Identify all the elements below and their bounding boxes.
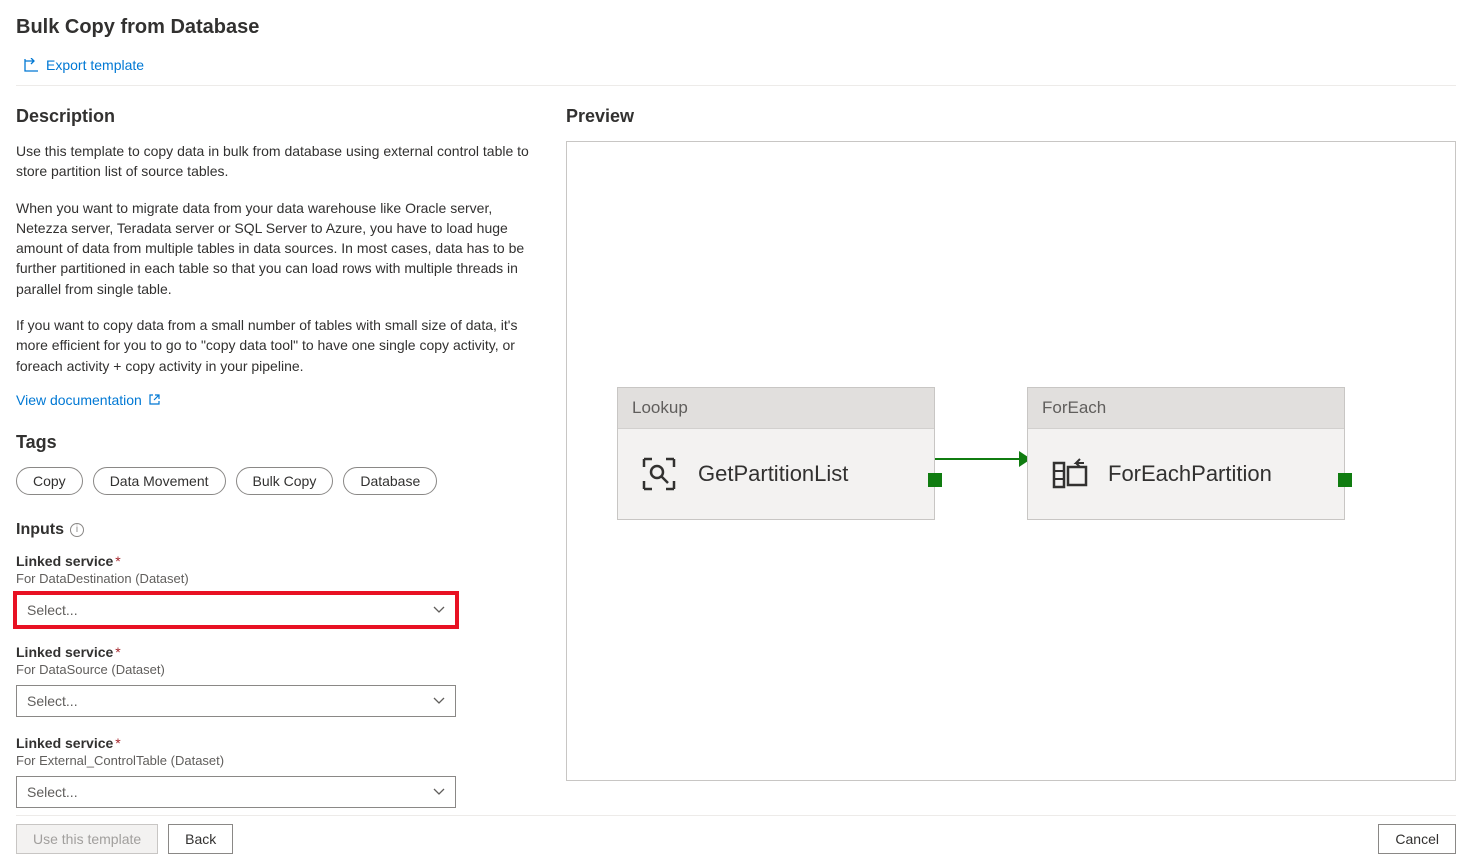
foreach-icon bbox=[1048, 453, 1090, 495]
lookup-icon bbox=[638, 453, 680, 495]
required-indicator: * bbox=[115, 735, 120, 751]
activity-name-label: GetPartitionList bbox=[698, 461, 848, 487]
info-icon[interactable]: i bbox=[70, 523, 84, 537]
linked-service-select-datasource[interactable]: Select... bbox=[16, 685, 456, 717]
input-group-controltable: Linked service* For External_ControlTabl… bbox=[16, 735, 536, 808]
preview-heading: Preview bbox=[566, 106, 1456, 127]
cancel-button[interactable]: Cancel bbox=[1378, 824, 1456, 854]
inputs-heading: Inputs i bbox=[16, 521, 84, 539]
input-sublabel: For External_ControlTable (Dataset) bbox=[16, 753, 536, 768]
view-documentation-link[interactable]: View documentation bbox=[16, 392, 161, 408]
inputs-heading-label: Inputs bbox=[16, 521, 64, 539]
export-template-label: Export template bbox=[46, 57, 144, 73]
use-this-template-button: Use this template bbox=[16, 824, 158, 854]
input-sublabel: For DataDestination (Dataset) bbox=[16, 571, 536, 586]
connector-arrow bbox=[935, 458, 1027, 460]
activity-foreach[interactable]: ForEach ForEachPartition bbox=[1027, 387, 1345, 520]
select-placeholder: Select... bbox=[27, 602, 78, 618]
tag-data-movement[interactable]: Data Movement bbox=[93, 467, 226, 495]
connector-out[interactable] bbox=[928, 473, 942, 487]
connector-out[interactable] bbox=[1338, 473, 1352, 487]
tags-heading: Tags bbox=[16, 432, 536, 453]
export-template-button[interactable]: Export template bbox=[24, 57, 144, 73]
external-link-icon bbox=[148, 393, 161, 406]
back-button[interactable]: Back bbox=[168, 824, 233, 854]
chevron-down-icon bbox=[433, 788, 445, 796]
activity-type-label: ForEach bbox=[1028, 388, 1344, 429]
export-icon bbox=[24, 58, 40, 72]
input-group-datadestination: Linked service* For DataDestination (Dat… bbox=[16, 553, 536, 626]
input-label: Linked service bbox=[16, 644, 113, 660]
required-indicator: * bbox=[115, 644, 120, 660]
activity-lookup[interactable]: Lookup GetPartitionList bbox=[617, 387, 935, 520]
linked-service-select-controltable[interactable]: Select... bbox=[16, 776, 456, 808]
tag-bulk-copy[interactable]: Bulk Copy bbox=[236, 467, 334, 495]
input-group-datasource: Linked service* For DataSource (Dataset)… bbox=[16, 644, 536, 717]
tag-copy[interactable]: Copy bbox=[16, 467, 83, 495]
input-sublabel: For DataSource (Dataset) bbox=[16, 662, 536, 677]
activity-type-label: Lookup bbox=[618, 388, 934, 429]
tags-row: Copy Data Movement Bulk Copy Database bbox=[16, 467, 536, 495]
select-placeholder: Select... bbox=[27, 784, 78, 800]
chevron-down-icon bbox=[433, 697, 445, 705]
page-title: Bulk Copy from Database bbox=[16, 16, 1456, 39]
description-p1: Use this template to copy data in bulk f… bbox=[16, 141, 536, 182]
required-indicator: * bbox=[115, 553, 120, 569]
input-label: Linked service bbox=[16, 735, 113, 751]
input-label: Linked service bbox=[16, 553, 113, 569]
view-documentation-label: View documentation bbox=[16, 392, 142, 408]
preview-canvas[interactable]: Lookup GetPartitionList ForEach bbox=[566, 141, 1456, 781]
linked-service-select-datadestination[interactable]: Select... bbox=[16, 594, 456, 626]
description-heading: Description bbox=[16, 106, 536, 127]
description-p3: If you want to copy data from a small nu… bbox=[16, 315, 536, 376]
description-p2: When you want to migrate data from your … bbox=[16, 198, 536, 299]
tag-database[interactable]: Database bbox=[343, 467, 437, 495]
chevron-down-icon bbox=[433, 606, 445, 614]
activity-name-label: ForEachPartition bbox=[1108, 461, 1272, 487]
select-placeholder: Select... bbox=[27, 693, 78, 709]
